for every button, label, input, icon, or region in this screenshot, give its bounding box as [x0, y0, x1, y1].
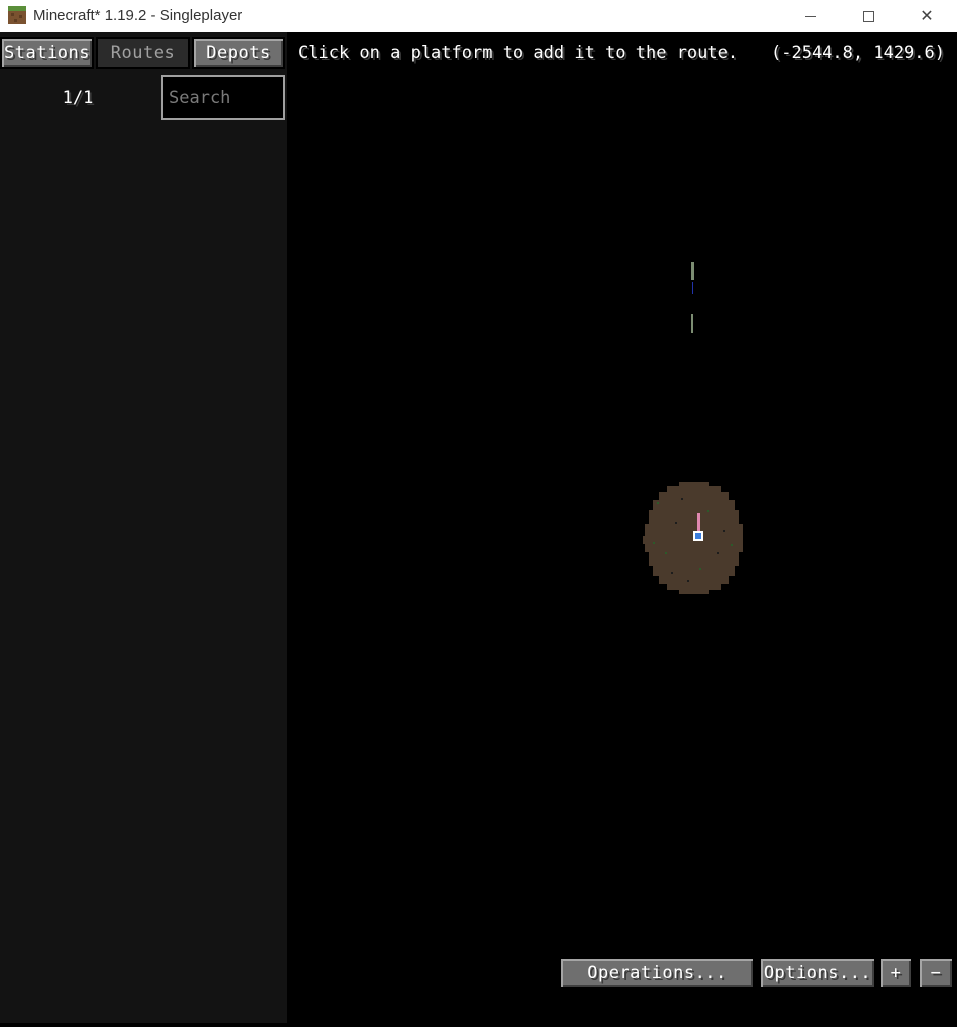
close-icon: ✕ — [920, 8, 934, 25]
map-canvas[interactable] — [287, 32, 957, 1023]
minimize-button[interactable] — [781, 0, 839, 32]
platform-marker[interactable] — [691, 262, 694, 280]
sidebar-panel: Stations Routes Depots 1/1 — [0, 32, 287, 1023]
tab-stations[interactable]: Stations — [0, 37, 94, 69]
zoom-out-button[interactable]: − — [918, 957, 954, 989]
operations-button[interactable]: Operations... — [559, 957, 755, 989]
zoom-in-button[interactable]: + — [879, 957, 913, 989]
window-title-bar[interactable]: Minecraft* 1.19.2 - Singleplayer ✕ — [0, 0, 957, 32]
maximize-button[interactable] — [839, 0, 897, 32]
search-input[interactable] — [163, 77, 283, 118]
platform-marker-group[interactable] — [691, 262, 694, 333]
minimize-icon — [804, 15, 816, 17]
platform-line[interactable] — [697, 513, 700, 531]
map-svg — [643, 262, 743, 594]
options-button[interactable]: Options... — [759, 957, 876, 989]
tab-depots[interactable]: Depots — [192, 37, 285, 69]
location-marker-center — [695, 533, 701, 539]
platform-marker[interactable] — [691, 314, 693, 333]
window-title: Minecraft* 1.19.2 - Singleplayer — [33, 7, 243, 24]
track-segment — [692, 282, 693, 294]
minecraft-grass-block-icon — [8, 6, 26, 24]
game-viewport: Stations Routes Depots 1/1 Click on a pl… — [0, 32, 957, 1023]
tab-routes[interactable]: Routes — [96, 37, 190, 69]
depot-area[interactable] — [643, 482, 743, 594]
maximize-icon — [862, 10, 874, 22]
close-button[interactable]: ✕ — [898, 0, 956, 32]
search-field[interactable] — [161, 75, 285, 120]
page-counter: 1/1 — [62, 88, 94, 108]
